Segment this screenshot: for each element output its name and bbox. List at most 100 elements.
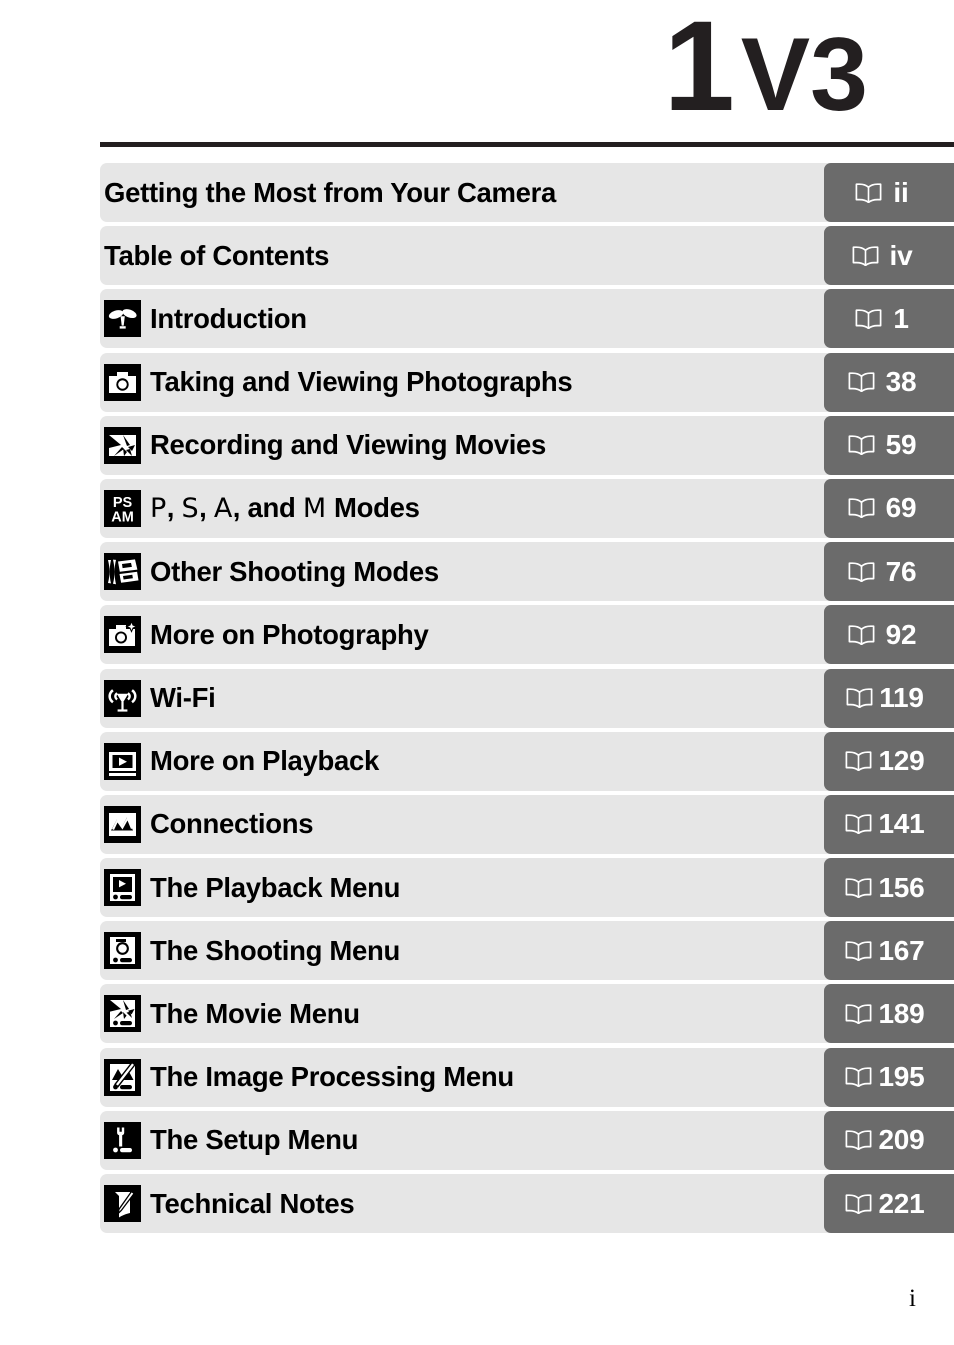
page-reference-chip[interactable]: 38 bbox=[824, 352, 954, 412]
page-number: 69 bbox=[885, 492, 917, 524]
book-icon bbox=[846, 688, 873, 708]
toc-row[interactable]: Getting the Most from Your Camera ii bbox=[100, 163, 954, 222]
page-number: ii bbox=[893, 176, 909, 208]
book-icon bbox=[855, 182, 882, 203]
page-number: 156 bbox=[878, 871, 925, 903]
film-strip-icon bbox=[104, 553, 141, 591]
page-reference-chip[interactable]: 209 bbox=[824, 1110, 954, 1170]
toc-row-main: The Playback Menu bbox=[100, 858, 824, 917]
page-reference-chip[interactable]: 221 bbox=[824, 1174, 954, 1233]
svg-text:AM: AM bbox=[111, 509, 134, 525]
book-icon bbox=[845, 1193, 872, 1214]
toc-row[interactable]: PS AM P, S, A, and M Modes 69 bbox=[100, 478, 954, 538]
toc-row[interactable]: The Image Processing Menu 195 bbox=[100, 1047, 954, 1107]
masthead: 1V3 bbox=[0, 0, 954, 147]
psam-icon: PS AM bbox=[104, 489, 141, 527]
sprout-icon bbox=[104, 300, 141, 338]
toc-row-main: More on Playback bbox=[100, 732, 824, 791]
toc-row[interactable]: Connections 141 bbox=[100, 794, 954, 854]
book-icon bbox=[845, 1067, 872, 1088]
page-number: 76 bbox=[885, 555, 917, 587]
toc-row[interactable]: Recording and Viewing Movies 59 bbox=[100, 415, 954, 475]
connections-icon bbox=[104, 805, 141, 843]
toc-row[interactable]: More on Playback 129 bbox=[100, 731, 954, 791]
book-icon bbox=[845, 1130, 872, 1151]
book-icon bbox=[845, 814, 872, 835]
page-reference-chip[interactable]: 1 bbox=[824, 289, 954, 349]
toc-row-label: Table of Contents bbox=[104, 239, 330, 271]
page-number: 129 bbox=[878, 745, 925, 777]
toc-row-label: Other Shooting Modes bbox=[150, 555, 439, 587]
camera-star-icon bbox=[104, 616, 141, 654]
book-icon bbox=[845, 941, 872, 961]
camera-icon bbox=[104, 363, 141, 401]
toc-row[interactable]: The Playback Menu 156 bbox=[100, 858, 954, 918]
page-reference-chip[interactable]: iv bbox=[824, 226, 954, 286]
page-number: 167 bbox=[878, 934, 925, 966]
toc-row[interactable]: Technical Notes 221 bbox=[100, 1174, 954, 1233]
mode-letter-a: A bbox=[213, 492, 233, 524]
book-icon bbox=[848, 498, 875, 519]
toc-row[interactable]: The Movie Menu 189 bbox=[100, 984, 954, 1044]
movie-menu-icon bbox=[104, 995, 141, 1033]
page-number: 92 bbox=[885, 618, 917, 650]
wrench-icon bbox=[104, 1121, 141, 1159]
page-reference-chip[interactable]: 195 bbox=[824, 1047, 954, 1107]
toc-row[interactable]: More on Photography 92 bbox=[100, 605, 954, 665]
book-icon bbox=[845, 877, 872, 898]
toc-row-label: The Shooting Menu bbox=[150, 934, 401, 966]
book-icon bbox=[848, 372, 875, 393]
playback-icon bbox=[104, 742, 141, 780]
toc-row-main: PS AM P, S, A, and M Modes bbox=[100, 479, 824, 538]
mode-letter-p: P bbox=[150, 492, 167, 524]
shooting-menu-icon bbox=[104, 932, 141, 970]
brand-model: V3 bbox=[740, 17, 868, 133]
page-reference-chip[interactable]: 69 bbox=[824, 478, 954, 538]
page-reference-chip[interactable]: 59 bbox=[824, 415, 954, 475]
page-reference-chip[interactable]: ii bbox=[824, 163, 954, 222]
toc-row[interactable]: The Setup Menu 209 bbox=[100, 1110, 954, 1170]
header-divider bbox=[100, 142, 954, 147]
book-icon bbox=[848, 561, 875, 582]
book-icon bbox=[852, 246, 878, 266]
folio-page-number: i bbox=[909, 1285, 916, 1312]
toc-row-label: P, S, A, and M Modes bbox=[150, 491, 420, 524]
page-reference-chip[interactable]: 129 bbox=[824, 731, 954, 791]
toc-row-label: Getting the Most from Your Camera bbox=[104, 176, 557, 208]
mode-letter-m: M bbox=[302, 492, 327, 524]
page-reference-chip[interactable]: 156 bbox=[824, 858, 954, 918]
toc-row[interactable]: Introduction 1 bbox=[100, 289, 954, 349]
page-reference-chip[interactable]: 92 bbox=[824, 605, 954, 665]
brand-number: 1 bbox=[663, 0, 741, 138]
toc-row-main: Technical Notes bbox=[100, 1174, 824, 1233]
mode-comma-2: , bbox=[199, 491, 207, 523]
page-reference-chip[interactable]: 189 bbox=[824, 984, 954, 1044]
page-number: 195 bbox=[878, 1061, 925, 1093]
page-reference-chip[interactable]: 141 bbox=[824, 794, 954, 854]
toc-row-label: Recording and Viewing Movies bbox=[150, 429, 547, 461]
wifi-icon bbox=[104, 679, 141, 717]
page-number: 119 bbox=[879, 682, 924, 713]
page-number: iv bbox=[889, 239, 913, 271]
page-number: 189 bbox=[878, 997, 925, 1029]
toc-row[interactable]: The Shooting Menu 167 bbox=[100, 921, 954, 981]
page-reference-chip[interactable]: 167 bbox=[824, 921, 954, 981]
book-icon bbox=[845, 751, 872, 772]
book-icon bbox=[848, 625, 875, 645]
mode-modes-word: Modes bbox=[333, 491, 420, 523]
toc-row-main: Taking and Viewing Photographs bbox=[100, 353, 824, 412]
toc-row-label: Introduction bbox=[150, 302, 307, 334]
page-reference-chip[interactable]: 76 bbox=[824, 542, 954, 602]
book-icon bbox=[845, 1004, 872, 1024]
toc-row[interactable]: Wi-Fi 119 bbox=[100, 668, 954, 728]
toc-row-label: The Image Processing Menu bbox=[150, 1061, 514, 1093]
page-reference-chip[interactable]: 119 bbox=[824, 668, 954, 728]
mode-letter-s: S bbox=[181, 492, 200, 524]
page-number: 209 bbox=[878, 1124, 925, 1156]
toc-row-main: The Shooting Menu bbox=[100, 921, 824, 980]
toc-row[interactable]: Table of Contents iv bbox=[100, 226, 954, 286]
toc-row[interactable]: Taking and Viewing Photographs 38 bbox=[100, 352, 954, 412]
image-processing-icon bbox=[104, 1058, 141, 1096]
toc-row[interactable]: Other Shooting Modes 76 bbox=[100, 542, 954, 602]
page-number: 38 bbox=[885, 366, 917, 398]
